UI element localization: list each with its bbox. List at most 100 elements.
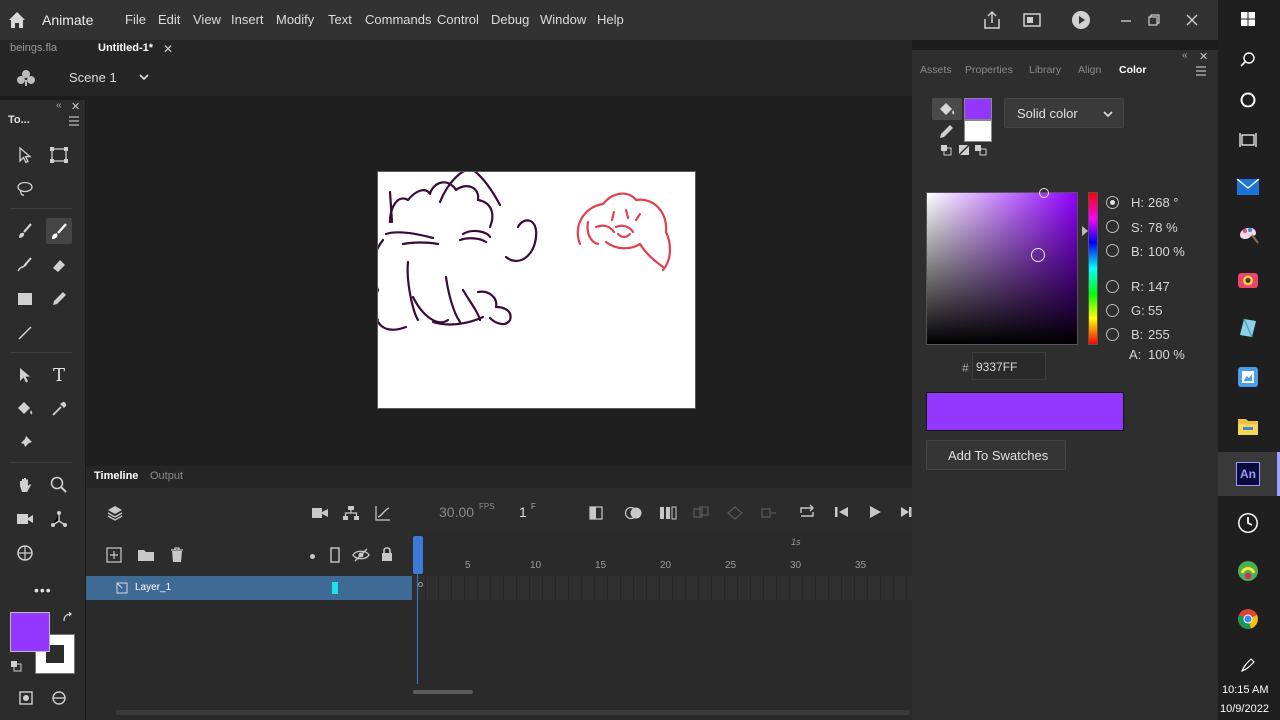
- more-tools-icon[interactable]: •••: [34, 582, 52, 598]
- menu-text[interactable]: Text: [328, 12, 352, 27]
- delete-layer-icon[interactable]: [169, 546, 185, 564]
- doc-tab-untitled[interactable]: Untitled-1*: [98, 42, 153, 54]
- red-value[interactable]: 147: [1148, 279, 1170, 294]
- zoom-tool-icon[interactable]: [46, 472, 72, 498]
- windows-icon[interactable]: [1233, 4, 1263, 34]
- menu-modify[interactable]: Modify: [276, 12, 314, 27]
- fill-mode-button[interactable]: [932, 98, 962, 120]
- clock-date[interactable]: 10/9/2022: [1220, 703, 1269, 715]
- file-explorer-icon[interactable]: [1233, 411, 1263, 441]
- menu-window[interactable]: Window: [540, 12, 586, 27]
- layer-color-indicator[interactable]: [332, 582, 338, 594]
- pencil-icon[interactable]: [938, 124, 956, 140]
- stage-canvas[interactable]: [377, 171, 696, 409]
- picker-marker[interactable]: [1039, 188, 1049, 198]
- add-to-swatches-button[interactable]: Add To Swatches: [926, 440, 1066, 470]
- fill-swatch[interactable]: [964, 98, 992, 120]
- saturation-radio[interactable]: [1106, 220, 1119, 233]
- outline-icon[interactable]: [330, 547, 340, 563]
- menu-edit[interactable]: Edit: [158, 12, 180, 27]
- mail-icon[interactable]: [1233, 172, 1263, 202]
- free-transform-tool-icon[interactable]: [46, 142, 72, 168]
- bone-tool-icon[interactable]: [46, 506, 72, 532]
- blue-value[interactable]: 255: [1148, 327, 1170, 342]
- tab-properties[interactable]: Properties: [965, 64, 1013, 76]
- panel-menu-icon[interactable]: [1195, 66, 1207, 76]
- layer-row[interactable]: Layer_1: [86, 576, 412, 600]
- edit-multiple-frames-icon[interactable]: [659, 506, 677, 520]
- alpha-value[interactable]: 100 %: [1148, 347, 1185, 362]
- tab-align[interactable]: Align: [1078, 64, 1101, 76]
- paint-icon[interactable]: [1233, 218, 1263, 248]
- text-tool-icon[interactable]: T: [46, 362, 72, 388]
- selection-tool-icon[interactable]: [12, 142, 38, 168]
- menu-view[interactable]: View: [193, 12, 221, 27]
- blue-radio[interactable]: [1106, 328, 1119, 341]
- snap-icon[interactable]: [51, 690, 67, 706]
- keyframe-icon[interactable]: [418, 582, 423, 587]
- saturation-value[interactable]: 78 %: [1148, 220, 1178, 235]
- lasso-tool-icon[interactable]: [12, 176, 38, 202]
- no-color-icon[interactable]: [958, 144, 970, 156]
- layer-name[interactable]: Layer_1: [135, 582, 171, 593]
- paint-bucket-tool-icon[interactable]: [12, 396, 38, 422]
- doc-tab-beings[interactable]: beings.fla: [10, 42, 57, 54]
- default-colors-icon[interactable]: [940, 144, 952, 156]
- rectangle-tool-icon[interactable]: [12, 286, 38, 312]
- fill-color-swatch[interactable]: [10, 612, 50, 652]
- hex-input[interactable]: 9337FF: [972, 352, 1046, 380]
- scene-label[interactable]: Scene 1: [69, 70, 117, 85]
- color-picker-cursor[interactable]: [1031, 248, 1045, 262]
- eyedropper-tool-icon[interactable]: [46, 396, 72, 422]
- brush-tool-icon[interactable]: [46, 218, 72, 244]
- tab-output[interactable]: Output: [150, 470, 183, 482]
- step-back-icon[interactable]: [834, 505, 850, 519]
- pencil-tool-icon[interactable]: [46, 286, 72, 312]
- swap-colors-icon[interactable]: [62, 612, 74, 624]
- center-frame-icon[interactable]: [589, 506, 603, 520]
- cortana-icon[interactable]: [1233, 85, 1263, 115]
- tab-library[interactable]: Library: [1029, 64, 1061, 76]
- search-icon[interactable]: [1233, 45, 1263, 75]
- layout-icon[interactable]: [1020, 8, 1044, 32]
- object-drawing-icon[interactable]: [18, 690, 34, 706]
- new-folder-icon[interactable]: [137, 547, 155, 563]
- chrome-icon[interactable]: [1233, 604, 1263, 634]
- saturation-brightness-field[interactable]: [926, 188, 1078, 345]
- pin-tool-icon[interactable]: [12, 430, 38, 456]
- green-radio[interactable]: [1106, 304, 1119, 317]
- subselection-tool-icon[interactable]: [12, 362, 38, 388]
- close-tab-icon[interactable]: ✕: [163, 42, 173, 56]
- red-radio[interactable]: [1106, 280, 1119, 293]
- line-tool-icon[interactable]: [12, 320, 38, 346]
- fluid-brush-tool-icon[interactable]: [12, 252, 38, 278]
- hue-slider-handle[interactable]: [1082, 226, 1088, 236]
- asset-warp-tool-icon[interactable]: [12, 540, 38, 566]
- menu-commands[interactable]: Commands: [365, 12, 431, 27]
- app-icon[interactable]: [1233, 556, 1263, 586]
- tab-color[interactable]: Color: [1119, 64, 1146, 76]
- green-value[interactable]: 55: [1148, 303, 1162, 318]
- eraser-tool-icon[interactable]: [46, 252, 72, 278]
- frame-number[interactable]: 1: [519, 504, 527, 520]
- fill-type-dropdown[interactable]: Solid color: [1004, 98, 1124, 128]
- close-panel-icon[interactable]: ✕: [71, 100, 80, 113]
- swap-colors-icon[interactable]: [974, 144, 988, 156]
- brightness-radio[interactable]: [1106, 244, 1119, 257]
- playhead[interactable]: [413, 536, 423, 574]
- clock-time[interactable]: 10:15 AM: [1222, 684, 1268, 696]
- chevron-down-icon[interactable]: [137, 70, 151, 84]
- publish-icon[interactable]: [980, 8, 1004, 32]
- fps-value[interactable]: 30.00: [439, 504, 474, 520]
- step-forward-icon[interactable]: [900, 505, 912, 519]
- frame-cells[interactable]: [413, 576, 912, 600]
- camera-icon[interactable]: [311, 506, 329, 520]
- home-icon[interactable]: [6, 9, 28, 31]
- menu-file[interactable]: File: [125, 12, 146, 27]
- clock-icon[interactable]: [1233, 508, 1263, 538]
- default-colors-icon[interactable]: [10, 660, 22, 672]
- menu-debug[interactable]: Debug: [491, 12, 529, 27]
- frame-ruler[interactable]: 1s 5 10 15 20 25 30 35: [413, 532, 912, 576]
- tab-assets[interactable]: Assets: [920, 64, 952, 76]
- collapse-icon[interactable]: «: [56, 100, 62, 111]
